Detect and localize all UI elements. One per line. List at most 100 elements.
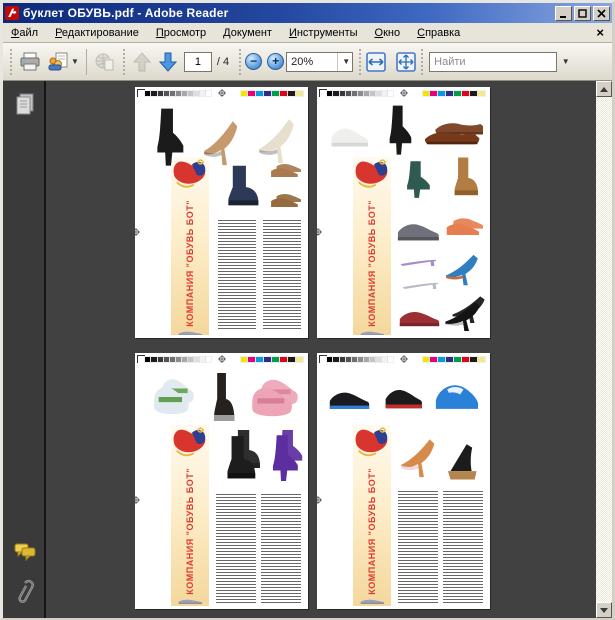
zoom-out-button[interactable]: − (245, 53, 263, 70)
banner-shoe-collage (171, 327, 209, 336)
crop-mark (137, 89, 145, 97)
text-column-2 (261, 493, 302, 604)
scroll-up-button[interactable] (596, 81, 612, 97)
fit-page-button[interactable] (395, 51, 417, 73)
brown-shoes-lower (268, 185, 302, 213)
registration-mark (399, 89, 408, 97)
adobe-pdf-icon (5, 6, 19, 20)
text-column-1 (216, 493, 257, 604)
close-icon (597, 8, 606, 18)
search-input[interactable] (429, 51, 558, 72)
next-page-button[interactable] (155, 48, 181, 76)
toolbar-separator (85, 48, 87, 75)
menu-item-2[interactable]: Просмотр (156, 27, 206, 39)
search-dropdown-button[interactable]: ▼ (557, 52, 572, 72)
registration-mark (132, 227, 140, 236)
crop-mark (137, 355, 145, 363)
menu-bar: Файл Редактирование Просмотр Документ Инстру… (3, 23, 612, 43)
zoom-level-value: 20% (291, 55, 314, 68)
menu-item-0[interactable]: Файл (11, 27, 38, 39)
color-calibration-bar (239, 90, 304, 97)
document-area: КОМПАНИЯ "ОБУВЬ БОТ" КОМПАНИЯ "ОБУВЬ БОТ"… (3, 81, 612, 618)
fit-page-icon (396, 51, 416, 72)
black-heels-pair (442, 293, 485, 336)
title-bar: буклет ОБУВЬ.pdf - Adobe Reader (3, 3, 612, 23)
registration-mark (217, 355, 226, 363)
arrow-down-icon (158, 52, 178, 72)
close-button[interactable] (593, 5, 610, 21)
grayscale-calibration-bar (144, 90, 213, 97)
color-calibration-bar (421, 90, 486, 97)
toolbar: ▼ / 4 − + 20% ▼ (3, 43, 612, 81)
kids-winter-boot (206, 366, 237, 430)
menu-item-3[interactable]: Документ (223, 27, 272, 39)
grayscale-calibration-bar (326, 90, 395, 97)
toolbar-grip (357, 48, 364, 75)
triangle-up-icon (600, 86, 608, 92)
pdf-page-3[interactable]: КОМПАНИЯ "ОБУВЬ БОТ" (132, 353, 308, 609)
paperclip-icon (18, 579, 34, 603)
fit-width-button[interactable] (365, 51, 387, 73)
banner-silver-skate (360, 599, 384, 604)
zoom-in-button[interactable]: + (267, 53, 285, 70)
color-calibration-bar (421, 356, 486, 363)
adobe-reader-window: буклет ОБУВЬ.pdf - Adobe Reader Файл Реда… (0, 0, 615, 620)
text-column-2 (263, 220, 302, 331)
purple-heel-boots (263, 429, 303, 486)
document-close-button[interactable]: × (596, 24, 604, 41)
maximize-button[interactable] (574, 5, 591, 21)
scroll-down-button[interactable] (596, 602, 612, 618)
pages-panel-button[interactable] (13, 92, 37, 118)
camel-tall-boot (445, 152, 481, 202)
window-title: буклет ОБУВЬ.pdf - Adobe Reader (23, 6, 229, 20)
registration-mark (314, 227, 322, 236)
text-column-1 (398, 491, 439, 604)
menu-item-1[interactable]: Редактирование (55, 27, 139, 39)
banner-company-text: КОМПАНИЯ "ОБУВЬ БОТ" (185, 468, 196, 595)
minimize-button[interactable] (555, 5, 572, 21)
page-number-input[interactable] (183, 51, 212, 72)
brown-shoes-upper (268, 155, 302, 183)
company-banner: КОМПАНИЯ "ОБУВЬ БОТ" (171, 424, 210, 607)
navigation-sidebar (3, 81, 46, 618)
maroon-sneaker (397, 295, 442, 333)
email-share-button[interactable]: ▼ (44, 48, 82, 76)
menu-item-5[interactable]: Окно (375, 27, 401, 39)
caret-down-icon: ▼ (342, 57, 351, 66)
pdf-page-1[interactable]: КОМПАНИЯ "ОБУВЬ БОТ" (132, 87, 308, 338)
zoom-level-select[interactable]: 20% ▼ (286, 51, 354, 72)
text-column-1 (218, 220, 257, 331)
arrow-up-icon (132, 51, 152, 71)
page-total: 4 (223, 55, 230, 68)
baby-booties (147, 371, 194, 425)
banner-company-text: КОМПАНИЯ "ОБУВЬ БОТ" (367, 200, 378, 327)
registration-mark (132, 496, 140, 505)
company-banner: КОМПАНИЯ "ОБУВЬ БОТ" (353, 424, 392, 607)
toolbar-grip (120, 48, 127, 75)
toolbar-grip (419, 48, 426, 75)
pdf-canvas: КОМПАНИЯ "ОБУВЬ БОТ" КОМПАНИЯ "ОБУВЬ БОТ"… (46, 81, 596, 618)
attachments-panel-button[interactable] (13, 577, 37, 603)
print-button[interactable] (16, 48, 44, 76)
vertical-scrollbar[interactable] (596, 81, 612, 618)
pdf-page-4[interactable]: КОМПАНИЯ "ОБУВЬ БОТ" (314, 353, 490, 609)
color-calibration-bar (239, 356, 304, 363)
orange-clear-heel (398, 427, 440, 483)
menu-item-4[interactable]: Инструменты (289, 27, 358, 39)
registration-mark (314, 496, 322, 505)
banner-graphic (355, 427, 388, 456)
registration-mark (217, 89, 226, 97)
collaborate-button-disabled[interactable] (91, 48, 119, 76)
white-hi-top-sneaker (329, 107, 371, 155)
pages-icon (16, 93, 34, 115)
black-lace-heel-boot (381, 100, 416, 160)
previous-page-button[interactable] (129, 48, 155, 76)
comments-panel-button[interactable] (13, 540, 37, 566)
black-strappy-heel-bootie (147, 102, 189, 172)
pdf-page-2[interactable]: КОМПАНИЯ "ОБУВЬ БОТ" (314, 87, 490, 338)
banner-graphic (355, 159, 388, 188)
pink-baby-shoes (244, 371, 298, 427)
menu-item-6[interactable]: Справка (417, 27, 460, 39)
zoom-dropdown-caret[interactable]: ▼ (337, 52, 352, 71)
toolbar-grip (237, 48, 244, 75)
